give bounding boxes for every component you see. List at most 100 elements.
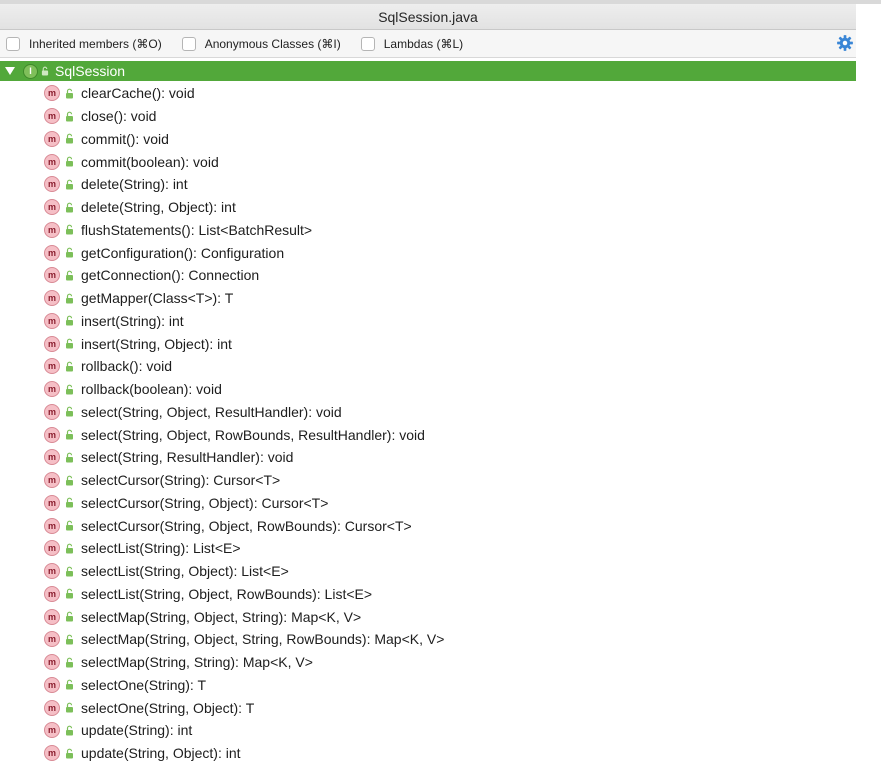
method-icon: m (44, 722, 60, 739)
method-signature: selectOne(String): T (81, 676, 207, 693)
lambdas-checkbox[interactable] (360, 36, 375, 51)
method-icon: m (44, 608, 60, 625)
public-lock-icon (66, 361, 73, 372)
anonymous-classes-checkbox[interactable] (181, 36, 196, 51)
method-item[interactable]: m getMapper(Class<T>): T (0, 287, 856, 310)
window-titlebar: SqlSession.java (0, 4, 856, 30)
method-icon: m (44, 472, 60, 489)
public-lock-icon (66, 725, 73, 736)
public-lock-icon (66, 338, 73, 349)
method-item[interactable]: m selectCursor(String, Object): Cursor<T> (0, 492, 856, 515)
method-signature: selectCursor(String, Object): Cursor<T> (81, 494, 329, 511)
method-item[interactable]: m selectMap(String, Object, String): Map<… (0, 605, 856, 628)
method-item[interactable]: m close(): void (0, 105, 856, 128)
method-icon: m (44, 199, 60, 216)
method-item[interactable]: m select(String, Object, ResultHandler): … (0, 401, 856, 424)
root-label: SqlSession (55, 63, 126, 79)
method-item[interactable]: m selectOne(String, Object): T (0, 696, 856, 719)
public-lock-icon (66, 384, 73, 395)
method-item[interactable]: m commit(boolean): void (0, 150, 856, 173)
public-lock-icon (66, 679, 73, 690)
public-lock-icon (66, 497, 73, 508)
method-signature: selectList(String, Object): List<E> (81, 563, 289, 580)
method-icon: m (44, 517, 60, 534)
anonymous-classes-label: Anonymous Classes (⌘I) (204, 36, 341, 51)
method-signature: clearCache(): void (81, 85, 195, 102)
method-signature: selectMap(String, String): Map<K, V> (81, 654, 313, 671)
method-item[interactable]: m delete(String, Object): int (0, 196, 856, 219)
method-item[interactable]: m insert(String): int (0, 310, 856, 333)
public-lock-icon (66, 315, 73, 326)
method-signature: commit(): void (81, 130, 169, 147)
filter-inherited-members[interactable]: Inherited members (⌘O) (6, 36, 162, 51)
method-icon: m (44, 290, 60, 307)
method-icon: m (44, 494, 60, 511)
public-lock-icon (66, 566, 73, 577)
method-signature: selectOne(String, Object): T (81, 699, 255, 716)
method-icon: m (44, 153, 60, 170)
method-icon: m (44, 244, 60, 261)
method-item[interactable]: m selectMap(String, Object, String, RowBo… (0, 628, 856, 651)
method-item[interactable]: m selectList(String, Object): List<E> (0, 560, 856, 583)
filter-lambdas[interactable]: Lambdas (⌘L) (360, 36, 464, 51)
method-item[interactable]: m selectOne(String): T (0, 674, 856, 697)
method-icon: m (44, 540, 60, 557)
method-icon: m (44, 312, 60, 329)
public-lock-icon (41, 66, 49, 76)
public-lock-icon (66, 156, 73, 167)
method-item[interactable]: m selectCursor(String): Cursor<T> (0, 469, 856, 492)
method-signature: select(String, Object, RowBounds, Result… (81, 426, 425, 443)
public-lock-icon (66, 475, 73, 486)
method-signature: update(String): int (81, 722, 193, 739)
method-item[interactable]: m rollback(boolean): void (0, 378, 856, 401)
method-item[interactable]: m select(String, Object, RowBounds, Resul… (0, 423, 856, 446)
method-signature: rollback(): void (81, 358, 173, 375)
method-signature: rollback(boolean): void (81, 381, 222, 398)
public-lock-icon (66, 634, 73, 645)
method-icon: m (44, 403, 60, 420)
method-list: m clearCache(): void m close(): void m commit… (0, 82, 856, 765)
method-signature: select(String, ResultHandler): void (81, 449, 294, 466)
method-icon: m (44, 676, 60, 693)
method-item[interactable]: m selectMap(String, String): Map<K, V> (0, 651, 856, 674)
method-signature: update(String, Object): int (81, 745, 241, 762)
method-signature: selectCursor(String, Object, RowBounds):… (81, 517, 412, 534)
inherited-members-checkbox[interactable] (6, 36, 20, 51)
method-icon: m (44, 585, 60, 602)
method-item[interactable]: m flushStatements(): List<BatchResult> (0, 219, 856, 242)
method-item[interactable]: m update(String, Object): int (0, 742, 856, 765)
public-lock-icon (66, 429, 73, 440)
gear-icon[interactable] (836, 34, 854, 52)
method-signature: selectList(String, Object, RowBounds): L… (81, 585, 373, 602)
method-item[interactable]: m select(String, ResultHandler): void (0, 446, 856, 469)
tree-root-sqlsession[interactable]: I SqlSession (0, 61, 856, 81)
method-signature: delete(String, Object): int (81, 199, 236, 216)
method-item[interactable]: m insert(String, Object): int (0, 332, 856, 355)
method-signature: select(String, Object, ResultHandler): v… (81, 403, 342, 420)
method-icon: m (44, 631, 60, 648)
method-icon: m (44, 381, 60, 398)
method-icon: m (44, 130, 60, 147)
filter-anonymous-classes[interactable]: Anonymous Classes (⌘I) (181, 36, 341, 51)
method-item[interactable]: m clearCache(): void (0, 82, 856, 105)
method-signature: selectMap(String, Object, String): Map<K… (81, 608, 362, 625)
method-icon: m (44, 358, 60, 375)
public-lock-icon (66, 133, 73, 144)
lambdas-label: Lambdas (⌘L) (383, 36, 464, 51)
method-icon: m (44, 699, 60, 716)
method-item[interactable]: m selectList(String, Object, RowBounds): … (0, 583, 856, 606)
public-lock-icon (66, 543, 73, 554)
method-item[interactable]: m selectCursor(String, Object, RowBounds)… (0, 514, 856, 537)
public-lock-icon (66, 224, 73, 235)
method-signature: delete(String): int (81, 176, 188, 193)
method-item[interactable]: m selectList(String): List<E> (0, 537, 856, 560)
method-item[interactable]: m getConnection(): Connection (0, 264, 856, 287)
method-item[interactable]: m commit(): void (0, 128, 856, 151)
method-item[interactable]: m delete(String): int (0, 173, 856, 196)
expand-triangle-icon[interactable] (5, 67, 15, 75)
method-item[interactable]: m update(String): int (0, 719, 856, 742)
method-icon: m (44, 449, 60, 466)
method-item[interactable]: m getConfiguration(): Configuration (0, 241, 856, 264)
method-item[interactable]: m rollback(): void (0, 355, 856, 378)
public-lock-icon (66, 406, 73, 417)
